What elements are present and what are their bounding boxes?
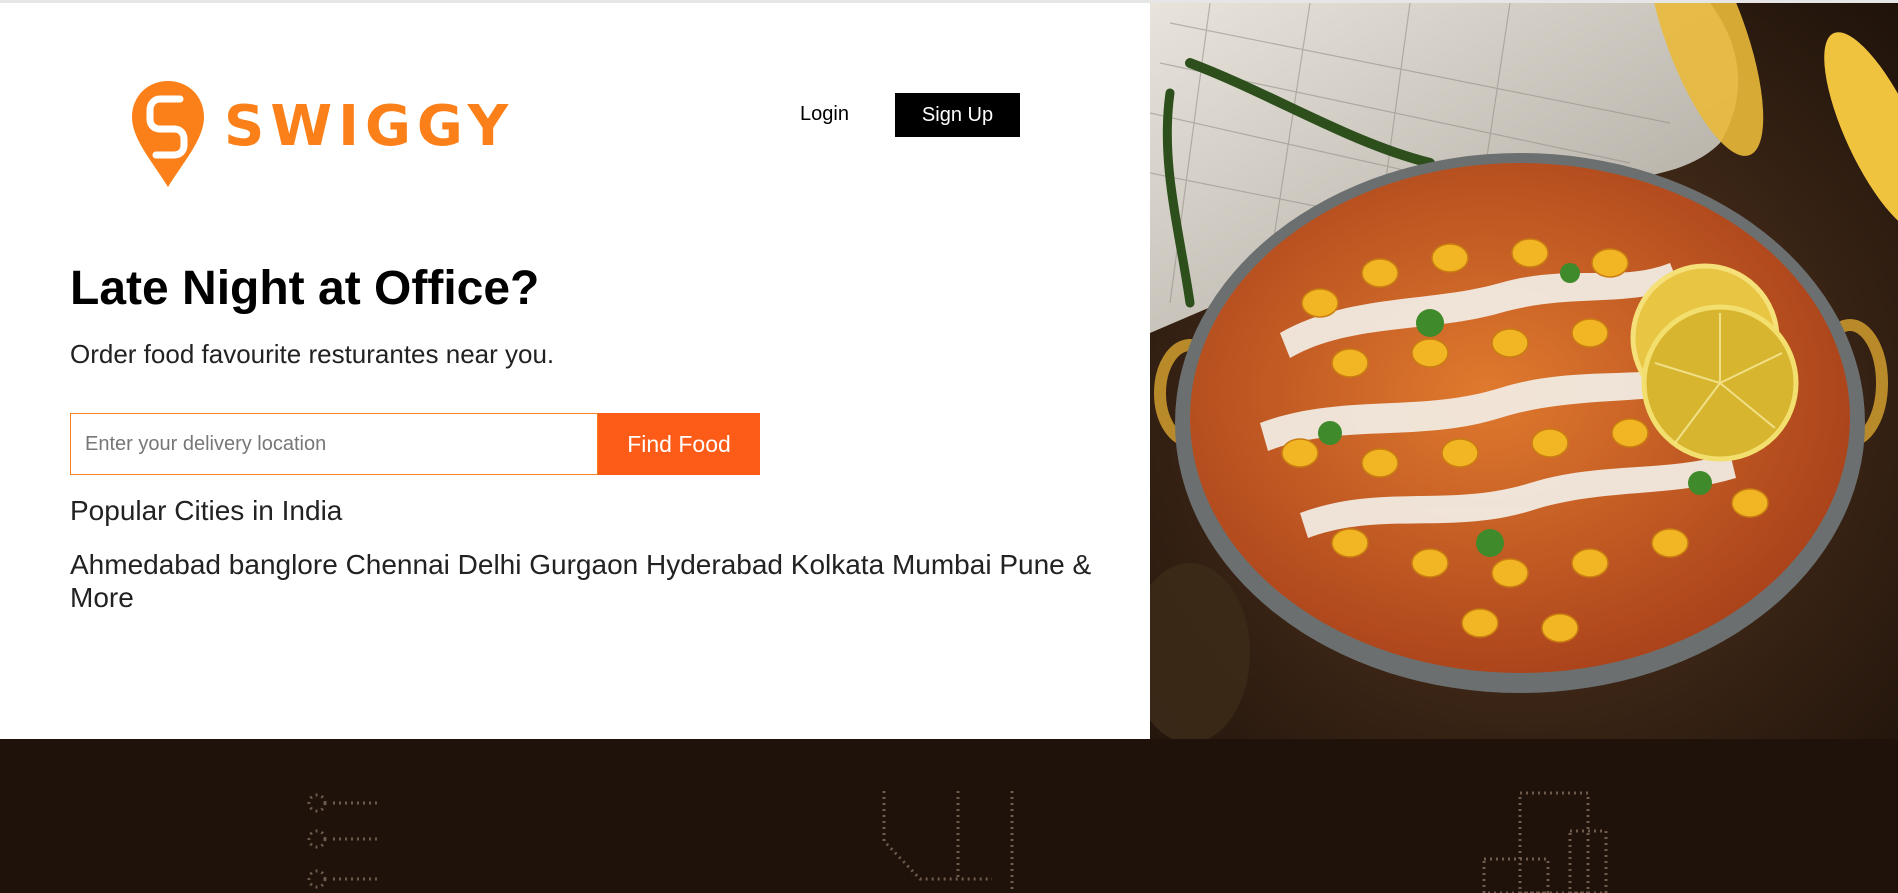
find-food-button[interactable]: Find Food [598,413,760,475]
city-link-mumbai[interactable]: Mumbai [892,549,992,580]
city-link-hyderabad[interactable]: Hyderabad [646,549,783,580]
city-link-banglore[interactable]: banglore [229,549,338,580]
hero-subline: Order food favourite resturantes near yo… [70,339,555,369]
login-link[interactable]: Login [800,103,849,126]
city-link-ahmedabad[interactable]: Ahmedabad [70,549,221,580]
hero-section: SWIGGY Login Sign Up Late Night at Offic… [0,3,1898,739]
popular-cities-list: Ahmedabad banglore Chennai Delhi Gurgaon… [70,548,1130,614]
delivery-location-input[interactable] [70,413,598,475]
city-link-gurgaon[interactable]: Gurgaon [529,549,638,580]
city-link-pune[interactable]: Pune [999,549,1064,580]
signup-button[interactable]: Sign Up [895,93,1020,137]
buildings-icon [1482,791,1608,893]
city-link-delhi[interactable]: Delhi [458,549,522,580]
hero-left-panel: SWIGGY Login Sign Up Late Night at Offic… [0,3,1150,739]
swiggy-logo[interactable]: SWIGGY [130,79,508,191]
checklist-icon [307,793,381,889]
city-link-kolkata[interactable]: Kolkata [791,549,884,580]
city-link-chennai[interactable]: Chennai [346,549,450,580]
location-search-bar: Find Food [70,413,760,475]
food-bag-icon [882,791,1014,893]
popular-cities-title: Popular Cities in India [70,495,343,526]
brand-name: SWIGGY [224,94,515,159]
swiggy-pin-icon [132,81,204,187]
food-bowl-image [1150,3,1898,739]
features-band [0,739,1898,893]
hero-headline: Late Night at Office? [70,262,540,315]
